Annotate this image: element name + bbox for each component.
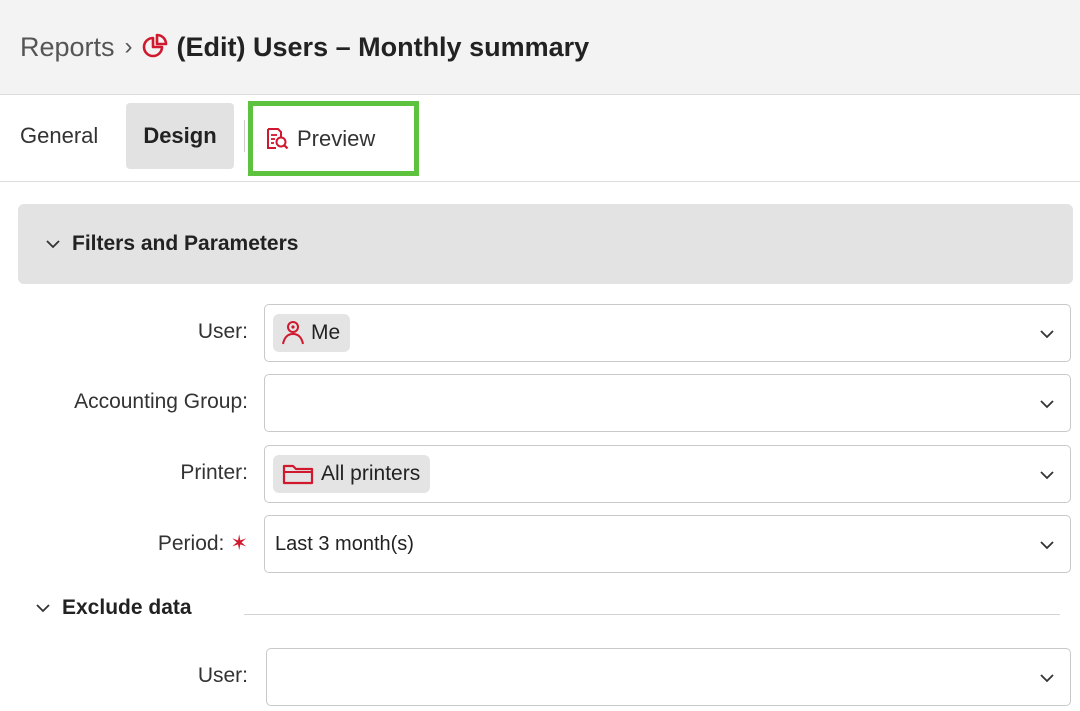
printer-label: Printer: (180, 461, 248, 484)
period-value: Last 3 month(s) (275, 532, 414, 555)
section-divider (244, 614, 1060, 615)
accounting-group-label: Accounting Group: (74, 390, 248, 413)
breadcrumb: Reports › (Edit) Users – Monthly summary (0, 0, 1080, 95)
user-icon (281, 320, 305, 346)
chevron-down-icon[interactable] (1038, 669, 1056, 687)
folder-icon (281, 462, 315, 486)
exclude-user-select[interactable] (266, 648, 1071, 706)
preview-doc-icon (265, 127, 289, 151)
printer-chip-label: All printers (321, 462, 421, 485)
period-select[interactable]: Last 3 month(s) (264, 515, 1071, 573)
page-title: (Edit) Users – Monthly summary (176, 31, 590, 62)
chevron-down-icon[interactable] (1038, 466, 1056, 484)
user-select[interactable]: Me (264, 304, 1071, 362)
user-chip-label: Me (311, 321, 341, 344)
required-marker: ✶ (230, 532, 248, 555)
chevron-down-icon (44, 235, 62, 253)
tab-preview[interactable]: Preview (248, 101, 419, 176)
chevron-down-icon (34, 599, 52, 617)
filters-section-title: Filters and Parameters (72, 232, 299, 255)
breadcrumb-reports-link[interactable]: Reports (20, 32, 115, 63)
tab-bar: General Design Preview (0, 96, 1080, 182)
chevron-down-icon[interactable] (1038, 395, 1056, 413)
user-chip[interactable]: Me (273, 314, 351, 352)
exclude-section-title: Exclude data (62, 596, 192, 619)
filters-section-toggle[interactable]: Filters and Parameters (18, 204, 1073, 284)
period-label: Period: ✶ (0, 531, 248, 556)
chevron-down-icon[interactable] (1038, 325, 1056, 343)
tab-general[interactable]: General (20, 103, 98, 169)
breadcrumb-separator: › (124, 33, 133, 60)
period-label-text: Period: (157, 532, 225, 555)
tab-divider (244, 120, 245, 152)
user-label: User: (197, 320, 248, 343)
pie-chart-icon (141, 33, 169, 61)
printer-chip[interactable]: All printers (273, 455, 431, 493)
exclude-section-toggle[interactable]: Exclude data (34, 596, 192, 620)
accounting-group-select[interactable] (264, 374, 1071, 432)
chevron-down-icon[interactable] (1038, 536, 1056, 554)
exclude-user-label: User: (197, 664, 248, 687)
tab-design[interactable]: Design (126, 103, 234, 169)
printer-select[interactable]: All printers (264, 445, 1071, 503)
tab-preview-label: Preview (297, 125, 376, 151)
